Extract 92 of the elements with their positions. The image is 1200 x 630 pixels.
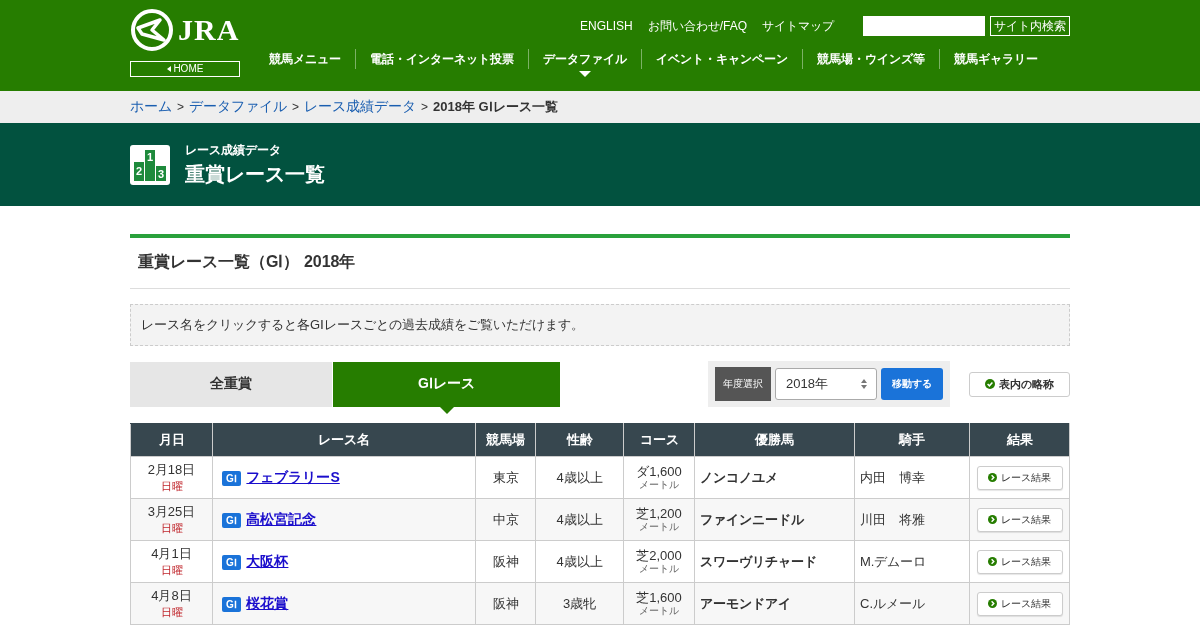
- race-link[interactable]: フェブラリーS: [246, 468, 340, 485]
- jockey-name: M.デムーロ: [860, 553, 927, 569]
- distance-unit: メートル: [638, 605, 680, 617]
- winner-name: ノンコノユメ: [700, 469, 778, 485]
- page-title: 重賞レース一覧: [185, 161, 325, 187]
- breadcrumb-link[interactable]: データファイル: [189, 98, 287, 116]
- search-button[interactable]: サイト内検索: [990, 16, 1070, 36]
- home-button[interactable]: HOME: [130, 61, 240, 77]
- header-link[interactable]: サイトマップ: [762, 17, 834, 35]
- header-link[interactable]: お問い合わせ/FAQ: [647, 17, 747, 35]
- weekday: 日曜: [159, 605, 184, 620]
- nav-item[interactable]: 競馬メニュー: [255, 51, 355, 67]
- winner-name: スワーヴリチャード: [700, 553, 817, 569]
- chevron-circle-icon: [988, 473, 997, 482]
- nav-item[interactable]: イベント・キャンペーン: [642, 51, 802, 67]
- race-date: 4月1日: [150, 545, 193, 563]
- search-field[interactable]: [863, 16, 985, 36]
- page-subtitle: レース成績データ: [185, 141, 282, 159]
- age-condition: 3歳牝: [562, 595, 597, 611]
- venue: 東京: [492, 469, 519, 485]
- distance-unit: メートル: [638, 479, 680, 491]
- info-note: レース名をクリックすると各GⅠレースごとの過去成績をご覧いただけます。: [130, 304, 1070, 346]
- podium-icon: 2 1 3: [130, 144, 170, 185]
- race-link[interactable]: 大阪杯: [246, 552, 289, 569]
- tab-pointer-icon: [439, 406, 454, 414]
- race-link[interactable]: 高松宮記念: [246, 510, 317, 527]
- section-heading: 重賞レース一覧（GⅠ） 2018年: [130, 234, 1070, 289]
- nav-item[interactable]: 電話・インターネット投票: [356, 51, 528, 67]
- category-tab[interactable]: 全重賞: [130, 361, 332, 407]
- race-link[interactable]: 桜花賞: [246, 594, 289, 611]
- column-header: 結果: [969, 423, 1070, 457]
- breadcrumb-current: 2018年 GⅠレース一覧: [433, 98, 558, 116]
- breadcrumb-separator: >: [292, 100, 300, 114]
- course-distance: 芝2,000: [635, 548, 683, 563]
- race-result-button[interactable]: レース結果: [976, 591, 1063, 616]
- weekday: 日曜: [159, 479, 184, 494]
- course-distance: 芝1,200: [635, 506, 683, 521]
- jockey-name: 川田 将雅: [860, 511, 925, 527]
- chevron-circle-icon: [988, 599, 997, 608]
- grade-badge: GⅠ: [222, 512, 241, 528]
- age-condition: 4歳以上: [556, 511, 603, 527]
- year-dropdown[interactable]: 2018年: [775, 368, 877, 400]
- site-logo[interactable]: JRA: [130, 8, 240, 52]
- breadcrumb-separator: >: [421, 100, 429, 114]
- race-result-button[interactable]: レース結果: [976, 465, 1063, 490]
- age-condition: 4歳以上: [556, 469, 603, 485]
- race-date: 2月18日: [146, 461, 197, 479]
- venue: 阪神: [492, 553, 519, 569]
- nav-item[interactable]: データファイル: [529, 51, 641, 67]
- column-header: レース名: [212, 423, 476, 457]
- venue: 阪神: [492, 595, 519, 611]
- column-header: 競馬場: [475, 423, 536, 457]
- chevron-circle-icon: [988, 515, 997, 524]
- weekday: 日曜: [159, 563, 184, 578]
- age-condition: 4歳以上: [556, 553, 603, 569]
- race-date: 3月25日: [146, 503, 197, 521]
- jockey-name: C.ルメール: [860, 595, 925, 611]
- caret-left-icon: [166, 66, 171, 72]
- header-link[interactable]: ENGLISH: [579, 19, 633, 33]
- year-select-label: 年度選択: [715, 367, 771, 401]
- winner-name: アーモンドアイ: [700, 595, 791, 611]
- grade-badge: GⅠ: [222, 596, 241, 612]
- race-date: 4月8日: [150, 587, 193, 605]
- race-result-button[interactable]: レース結果: [976, 507, 1063, 532]
- winner-name: ファインニードル: [700, 511, 804, 527]
- distance-unit: メートル: [638, 521, 680, 533]
- nav-item[interactable]: 競馬ギャラリー: [940, 51, 1052, 67]
- grade-badge: GⅠ: [222, 554, 241, 570]
- sort-arrows-icon: [860, 378, 868, 390]
- go-button[interactable]: 移動する: [881, 368, 943, 400]
- jockey-name: 内田 博幸: [860, 469, 925, 485]
- check-circle-icon: [985, 379, 995, 389]
- logo-mark-icon: [130, 8, 174, 52]
- nav-item[interactable]: 競馬場・ウインズ等: [803, 51, 939, 67]
- weekday: 日曜: [159, 521, 184, 536]
- column-header: 優勝馬: [694, 423, 855, 457]
- abbreviations-button[interactable]: 表内の略称: [969, 371, 1070, 397]
- grade-badge: GⅠ: [222, 470, 241, 486]
- category-tab[interactable]: GⅠレース: [333, 361, 560, 407]
- chevron-circle-icon: [988, 557, 997, 566]
- race-result-button[interactable]: レース結果: [976, 549, 1063, 574]
- column-header: 性齢: [535, 423, 624, 457]
- column-header: 月日: [130, 423, 213, 457]
- distance-unit: メートル: [638, 563, 680, 575]
- course-distance: 芝1,600: [635, 590, 683, 605]
- breadcrumb-link[interactable]: ホーム: [130, 98, 172, 116]
- column-header: 騎手: [854, 423, 970, 457]
- breadcrumb-separator: >: [177, 100, 184, 114]
- course-distance: ダ1,600: [635, 464, 683, 479]
- breadcrumb-link[interactable]: レース成績データ: [304, 98, 417, 116]
- venue: 中京: [492, 511, 519, 527]
- column-header: コース: [623, 423, 695, 457]
